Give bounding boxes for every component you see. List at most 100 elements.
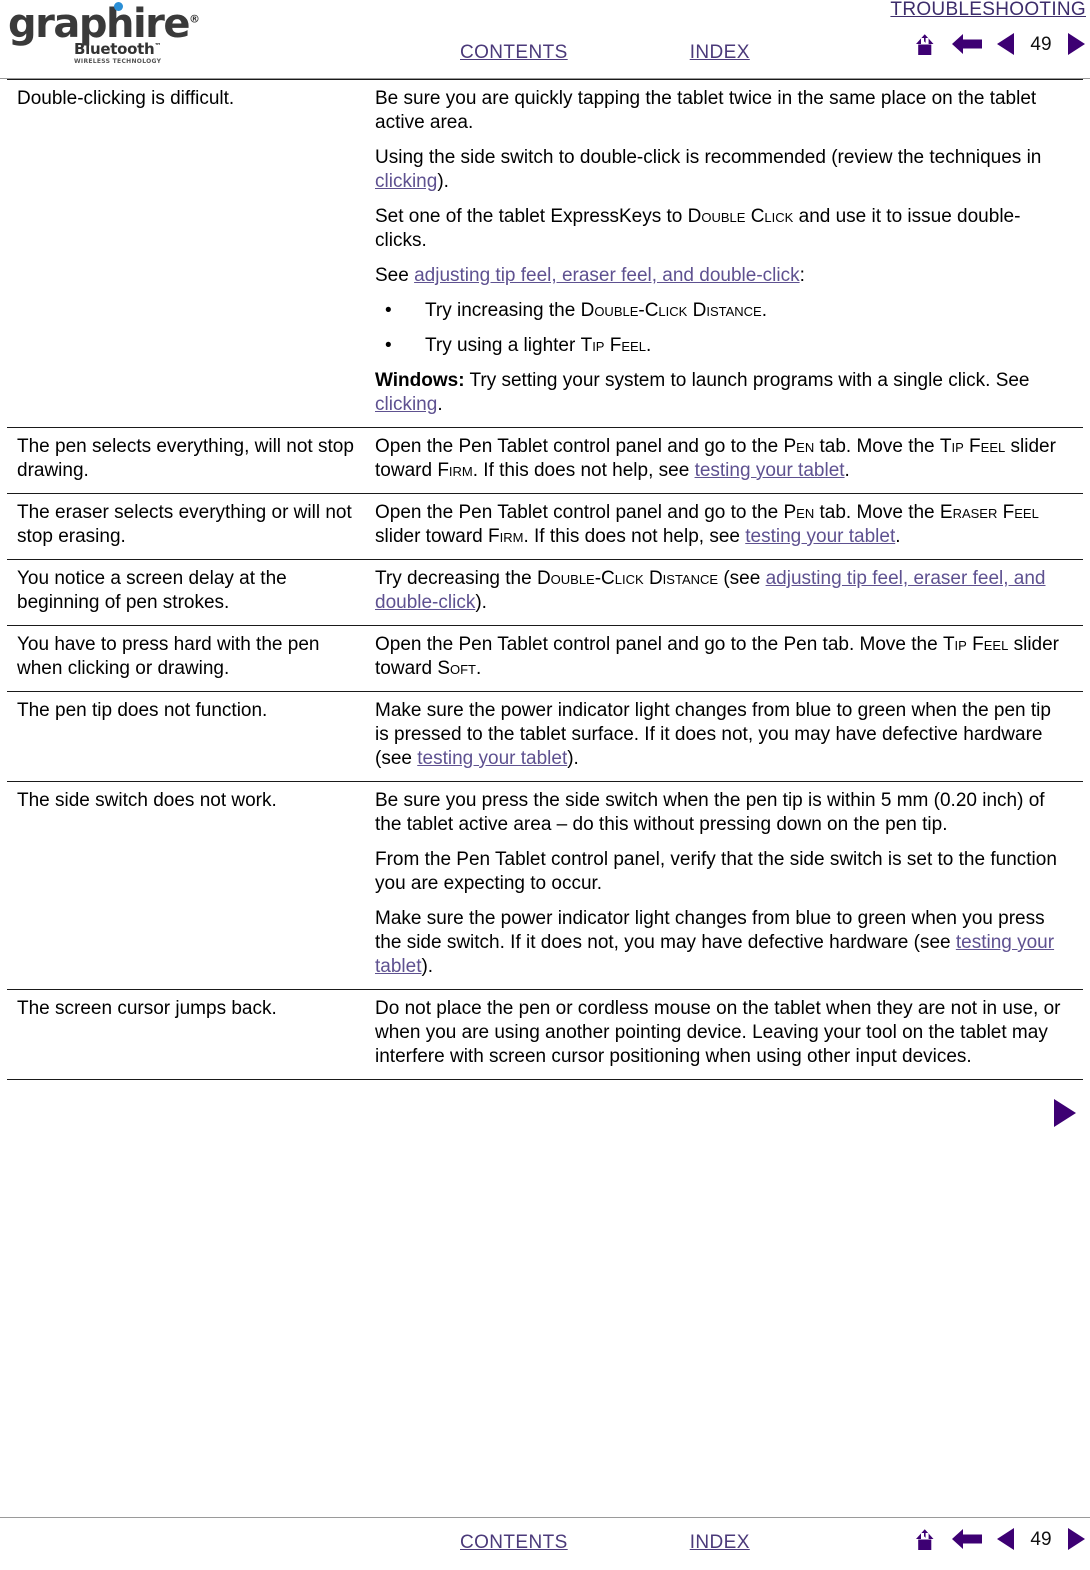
home-icon[interactable] — [912, 1526, 938, 1552]
previous-page-icon[interactable] — [996, 1527, 1016, 1551]
body-text: Be sure you press the side switch when t… — [375, 790, 1045, 835]
table-row: You have to press hard with the pen when… — [7, 625, 1083, 692]
body-text: . — [761, 300, 767, 321]
body-text: : — [799, 265, 805, 286]
problem-cell: The eraser selects everything or will no… — [7, 493, 367, 560]
table-row: You notice a screen delay at the beginni… — [7, 559, 1083, 626]
table-row: The eraser selects everything or will no… — [7, 493, 1083, 560]
cross-reference-link[interactable]: testing your tablet — [695, 460, 845, 481]
body-text: ). — [475, 592, 487, 613]
contents-link[interactable]: CONTENTS — [460, 1532, 568, 1554]
solution-cell: Make sure the power indicator light chan… — [367, 691, 1083, 782]
page-footer: CONTENTS INDEX 49 — [0, 1517, 1090, 1570]
footer-page-number: 49 — [1030, 1528, 1052, 1550]
solution-cell: Try decreasing the Double-Click Distance… — [367, 559, 1083, 626]
solution-paragraph: From the Pen Tablet control panel, verif… — [375, 848, 1065, 896]
body-text: ). — [437, 171, 449, 192]
solution-bullet: Try increasing the Double-Click Distance… — [375, 299, 1065, 323]
ui-term-text: Tip Feel — [942, 634, 1009, 655]
body-text: ). — [421, 956, 434, 977]
table-row: The pen tip does not function. Make sure … — [7, 691, 1083, 782]
brand-wordmark: graphire® — [8, 1, 201, 47]
body-text: . — [844, 460, 850, 481]
body-text: Using the side switch to double-click is… — [375, 147, 1042, 168]
troubleshooting-table: Double-clicking is difficult. Be sure you… — [7, 79, 1083, 1080]
table-row: The pen selects everything, will not sto… — [7, 427, 1083, 494]
index-link[interactable]: INDEX — [690, 42, 750, 64]
ui-term-text: Soft — [437, 658, 476, 679]
problem-cell: The pen selects everything, will not sto… — [7, 427, 367, 494]
home-icon[interactable] — [912, 31, 938, 57]
solution-paragraph: Set one of the tablet ExpressKeys to Dou… — [375, 205, 1065, 253]
solution-paragraph: Windows: Try setting your system to laun… — [375, 369, 1065, 417]
header-page-number: 49 — [1030, 33, 1052, 55]
next-page-icon[interactable] — [1051, 1098, 1077, 1128]
body-text: Open the Pen Tablet control panel and go… — [375, 502, 784, 523]
index-link[interactable]: INDEX — [690, 1532, 750, 1554]
ui-term-text: Pen — [783, 502, 815, 523]
next-page-icon[interactable] — [1066, 1527, 1086, 1551]
solution-cell: Do not place the pen or cordless mouse o… — [367, 989, 1083, 1080]
ui-term-text: Tip Feel — [580, 335, 646, 356]
body-text: . — [475, 658, 482, 679]
problem-cell: The side switch does not work. — [7, 781, 367, 990]
solution-paragraph: Be sure you are quickly tapping the tabl… — [375, 87, 1065, 135]
solution-paragraph: Make sure the power indicator light chan… — [375, 699, 1065, 771]
solution-paragraph: Using the side switch to double-click is… — [375, 146, 1065, 194]
back-arrow-icon[interactable] — [951, 32, 983, 56]
brand-dot-icon — [114, 2, 123, 11]
solution-paragraph: Do not place the pen or cordless mouse o… — [375, 997, 1065, 1069]
body-text: slider toward — [375, 526, 488, 547]
body-text: . If this does not help, see — [523, 526, 746, 547]
body-text: tab. Move the — [814, 436, 940, 457]
solution-paragraph: Open the Pen Tablet control panel and go… — [375, 633, 1065, 681]
solution-paragraph: See adjusting tip feel, eraser feel, and… — [375, 264, 1065, 288]
solution-cell: Be sure you are quickly tapping the tabl… — [367, 79, 1083, 428]
contents-link[interactable]: CONTENTS — [460, 42, 568, 64]
problem-cell: You have to press hard with the pen when… — [7, 625, 367, 692]
problem-cell: The screen cursor jumps back. — [7, 989, 367, 1080]
cross-reference-link[interactable]: clicking — [375, 394, 437, 415]
back-arrow-icon[interactable] — [951, 1527, 983, 1551]
header-nav-icons: 49 — [890, 31, 1086, 57]
body-text: Do not place the pen or cordless mouse o… — [375, 998, 1061, 1067]
body-text: Try setting your system to launch progra… — [464, 370, 1030, 391]
table-row: Double-clicking is difficult. Be sure you… — [7, 79, 1083, 428]
body-text: Try using a lighter — [425, 335, 581, 356]
body-text: Make sure the power indicator light chan… — [375, 908, 1045, 953]
header-nav-links: CONTENTS INDEX — [0, 42, 860, 64]
body-text: . If this does not help, see — [472, 460, 695, 481]
brand-registered-mark: ® — [189, 12, 201, 26]
ui-term-text: Double-Click Distance — [536, 568, 719, 589]
body-text: Open the Pen Tablet control panel and go… — [375, 634, 943, 655]
emphasis-text: Windows: — [375, 370, 465, 391]
solution-paragraph: Be sure you press the side switch when t… — [375, 789, 1065, 837]
previous-page-icon[interactable] — [996, 32, 1016, 56]
solution-cell: Be sure you press the side switch when t… — [367, 781, 1083, 990]
ui-term-text: Double Click — [687, 206, 794, 227]
problem-cell: The pen tip does not function. — [7, 691, 367, 782]
ui-term-text: Firm — [437, 460, 473, 481]
body-text: (see — [718, 568, 766, 589]
cross-reference-link[interactable]: testing your tablet — [417, 748, 567, 769]
next-page-icon[interactable] — [1066, 32, 1086, 56]
solution-cell: Open the Pen Tablet control panel and go… — [367, 625, 1083, 692]
body-text: . — [645, 335, 652, 356]
body-text: ). — [567, 748, 579, 769]
ui-term-text: Double-Click Distance — [580, 300, 762, 321]
cross-reference-link[interactable]: testing your tablet — [745, 526, 895, 547]
brand-name-text: graphire — [8, 1, 191, 47]
solution-cell: Open the Pen Tablet control panel and go… — [367, 493, 1083, 560]
solution-paragraph: Open the Pen Tablet control panel and go… — [375, 435, 1065, 483]
cross-reference-link[interactable]: adjusting tip feel, eraser feel, and dou… — [414, 265, 800, 286]
header-right-group: TROUBLESHOOTING 49 — [890, 0, 1086, 57]
cross-reference-link[interactable]: clicking — [375, 171, 437, 192]
section-title-link[interactable]: TROUBLESHOOTING — [890, 0, 1086, 21]
solution-paragraph: Open the Pen Tablet control panel and go… — [375, 501, 1065, 549]
body-text: Open the Pen Tablet control panel and go… — [375, 436, 784, 457]
solution-paragraph: Make sure the power indicator light chan… — [375, 907, 1065, 979]
problem-cell: Double-clicking is difficult. — [7, 79, 367, 428]
ui-term-text: Eraser Feel — [939, 502, 1039, 523]
body-text: tab. Move the — [814, 502, 940, 523]
solution-cell: Open the Pen Tablet control panel and go… — [367, 427, 1083, 494]
